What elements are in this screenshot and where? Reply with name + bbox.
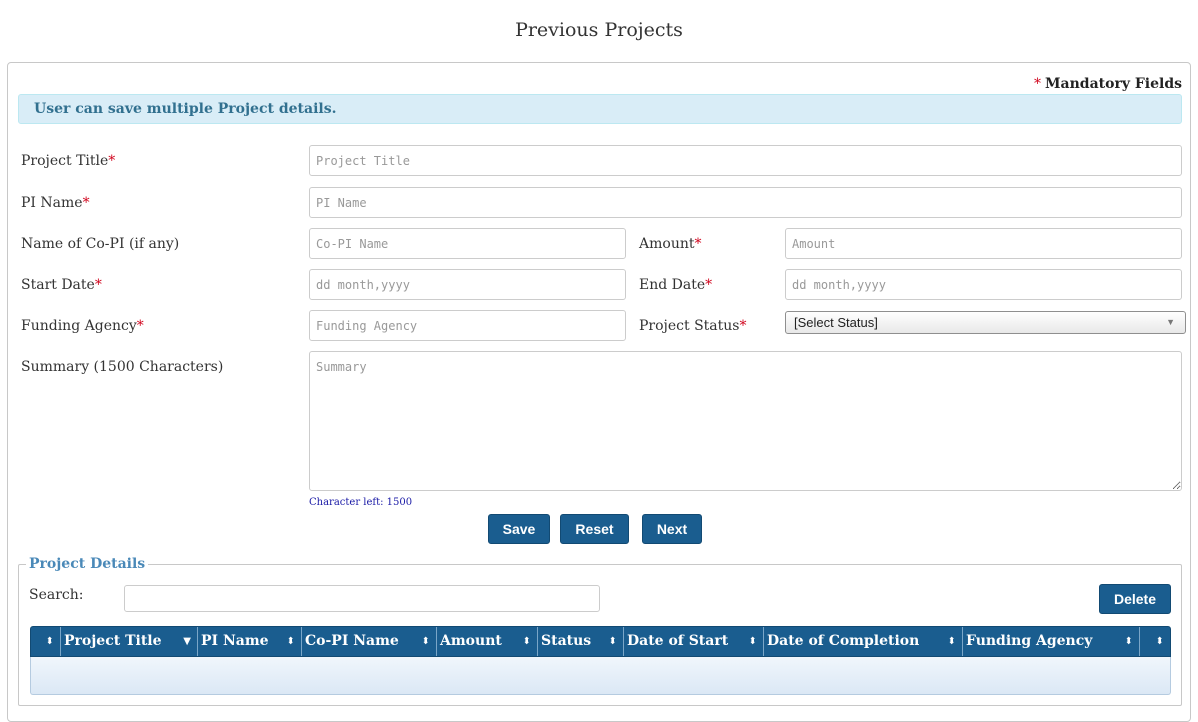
project-status-select[interactable]: [Select Status] ▼ xyxy=(785,311,1186,334)
start-date-label: Start Date* xyxy=(21,277,102,293)
sort-icon[interactable]: ⬍ xyxy=(609,627,617,656)
column-header-extra[interactable]: ⬍ xyxy=(1140,627,1170,656)
sort-icon[interactable]: ⬍ xyxy=(948,627,956,656)
column-header-project-title[interactable]: Project Title ▼ xyxy=(61,627,198,656)
pi-name-input[interactable] xyxy=(309,187,1182,218)
sort-icon[interactable]: ⬍ xyxy=(1156,627,1164,656)
sort-icon[interactable]: ⬍ xyxy=(287,627,295,656)
select-all-column-header[interactable]: ⬍ xyxy=(31,627,61,656)
column-header-amount[interactable]: Amount ⬍ xyxy=(437,627,538,656)
page-title: Previous Projects xyxy=(515,19,683,41)
project-status-label: Project Status* xyxy=(639,318,747,334)
co-pi-label: Name of Co-PI (if any) xyxy=(21,236,180,252)
sort-icon[interactable]: ⬍ xyxy=(749,627,757,656)
amount-label: Amount* xyxy=(639,236,702,252)
end-date-label: End Date* xyxy=(639,277,713,293)
summary-textarea[interactable] xyxy=(309,351,1182,491)
sort-icon[interactable]: ⬍ xyxy=(523,627,531,656)
mandatory-note: * Mandatory Fields xyxy=(1034,76,1182,92)
sort-desc-icon[interactable]: ▼ xyxy=(183,627,191,656)
column-header-date-of-start[interactable]: Date of Start ⬍ xyxy=(624,627,764,656)
summary-label: Summary (1500 Characters) xyxy=(21,359,224,375)
column-header-date-of-completion[interactable]: Date of Completion ⬍ xyxy=(764,627,963,656)
sort-icon[interactable]: ⬍ xyxy=(422,627,430,656)
info-banner: User can save multiple Project details. xyxy=(18,94,1182,124)
character-counter: Character left: 1500 xyxy=(309,497,413,508)
project-details-legend: Project Details xyxy=(26,556,149,572)
column-header-co-pi-name[interactable]: Co-PI Name ⬍ xyxy=(302,627,437,656)
co-pi-input[interactable] xyxy=(309,228,626,259)
project-status-value: [Select Status] xyxy=(794,315,878,330)
start-date-input[interactable] xyxy=(309,269,626,300)
column-header-funding-agency[interactable]: Funding Agency ⬍ xyxy=(963,627,1140,656)
delete-button[interactable]: Delete xyxy=(1099,584,1171,614)
pi-name-label: PI Name* xyxy=(21,195,90,211)
column-header-pi-name[interactable]: PI Name ⬍ xyxy=(198,627,302,656)
funding-agency-input[interactable] xyxy=(309,310,626,341)
project-title-input[interactable] xyxy=(309,145,1182,176)
sort-icon[interactable]: ⬍ xyxy=(46,627,54,656)
save-button[interactable]: Save xyxy=(488,514,550,544)
dropdown-arrow-icon: ▼ xyxy=(1166,317,1175,327)
sort-icon[interactable]: ⬍ xyxy=(1125,627,1133,656)
funding-agency-label: Funding Agency* xyxy=(21,318,144,334)
grid-header: ⬍ Project Title ▼ PI Name ⬍ Co-PI Name ⬍ Am… xyxy=(30,626,1171,657)
reset-button[interactable]: Reset xyxy=(560,514,629,544)
amount-input[interactable] xyxy=(785,228,1182,259)
column-header-status[interactable]: Status ⬍ xyxy=(538,627,624,656)
required-star: * xyxy=(1034,76,1042,92)
search-label: Search: xyxy=(29,587,84,603)
project-title-label: Project Title* xyxy=(21,153,116,169)
grid-body-empty xyxy=(30,657,1171,695)
search-input[interactable] xyxy=(124,585,600,612)
mandatory-label: Mandatory Fields xyxy=(1045,76,1182,92)
end-date-input[interactable] xyxy=(785,269,1182,300)
next-button[interactable]: Next xyxy=(642,514,702,544)
